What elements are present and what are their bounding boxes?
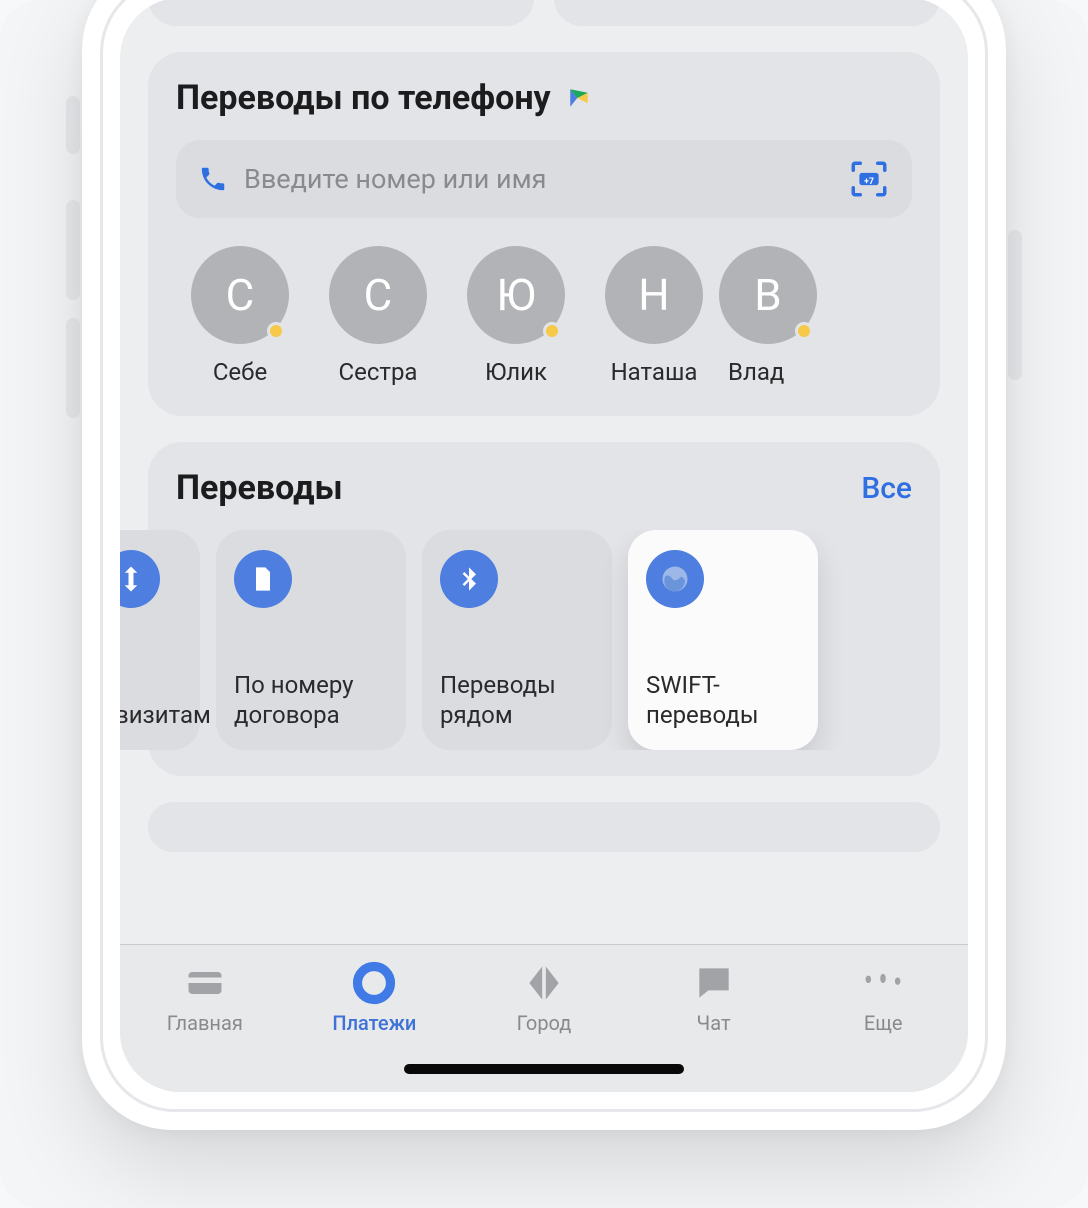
status-dot — [795, 322, 813, 340]
contact-item[interactable]: С Сестра — [314, 246, 442, 386]
phone-frame: Переводы по телефону Введите номер или и… — [82, 0, 1006, 1130]
section-title: Переводы — [176, 468, 343, 508]
device-mute-switch — [66, 96, 80, 154]
transfers-card: Переводы Все квизитамПо номеру договораП… — [148, 442, 940, 776]
contact-name: Наташа — [611, 358, 698, 386]
tile-label: SWIFT- переводы — [646, 670, 800, 730]
scan-number-icon[interactable]: +7 — [848, 158, 890, 200]
tile-label: Переводы рядом — [440, 670, 594, 730]
phone-icon — [198, 164, 228, 194]
avatar: Н — [605, 246, 703, 344]
status-dot — [543, 322, 561, 340]
scan-badge-label: +7 — [864, 177, 874, 187]
bluetooth-icon — [440, 550, 498, 608]
ghost-card — [148, 0, 534, 26]
contact-name: Влад — [728, 358, 808, 386]
globe-icon — [646, 550, 704, 608]
contact-name: Себе — [213, 358, 267, 386]
next-card-peek — [148, 802, 940, 852]
sbp-icon — [565, 84, 593, 112]
avatar: Ю — [467, 246, 565, 344]
avatar: В — [719, 246, 817, 344]
contact-item[interactable]: ВВлад — [728, 246, 808, 386]
previous-card-row — [120, 0, 968, 26]
phone-transfers-card: Переводы по телефону Введите номер или и… — [148, 52, 940, 416]
transfer-tile[interactable]: квизитам — [120, 530, 200, 750]
phone-input[interactable]: Введите номер или имя +7 — [176, 140, 912, 218]
see-all-link[interactable]: Все — [861, 471, 912, 506]
transfer-tiles-row[interactable]: квизитам По номеру договора Переводы рядом… — [120, 530, 912, 750]
transfer-tile[interactable]: Переводы рядом — [422, 530, 612, 750]
tab-chat[interactable]: Чат — [644, 961, 784, 1035]
contact-item[interactable]: Ю Юлик — [452, 246, 580, 386]
contact-item[interactable]: С Себе — [176, 246, 304, 386]
doc-icon — [234, 550, 292, 608]
tile-label: квизитам — [120, 700, 182, 730]
tab-card[interactable]: Главная — [135, 961, 275, 1035]
tab-label: Главная — [167, 1011, 243, 1035]
device-volume-up — [66, 200, 80, 300]
tab-label: Город — [517, 1011, 572, 1035]
avatar: С — [191, 246, 289, 344]
tab-label: Платежи — [332, 1011, 416, 1035]
screen: Переводы по телефону Введите номер или и… — [120, 0, 968, 1092]
transfer-tile[interactable]: SWIFT- переводы — [628, 530, 818, 750]
status-dot — [267, 322, 285, 340]
phone-input-placeholder: Введите номер или имя — [244, 163, 832, 195]
tab-more[interactable]: Еще — [813, 961, 953, 1035]
section-title: Переводы по телефону — [176, 78, 593, 118]
scroll-area[interactable]: Переводы по телефону Введите номер или и… — [120, 0, 968, 1092]
ghost-card — [554, 0, 940, 26]
device-power-button — [1008, 230, 1022, 380]
tab-label: Чат — [697, 1011, 731, 1035]
avatar: С — [329, 246, 427, 344]
tab-circle[interactable]: Платежи — [304, 961, 444, 1035]
tab-diamond[interactable]: Город — [474, 961, 614, 1035]
contacts-row[interactable]: ССебеССестраЮЮликННаташаВВлад — [176, 246, 912, 386]
contact-item[interactable]: Н Наташа — [590, 246, 718, 386]
contact-name: Сестра — [339, 358, 418, 386]
section-title-text: Переводы по телефону — [176, 78, 551, 118]
transfer-tile[interactable]: По номеру договора — [216, 530, 406, 750]
device-volume-down — [66, 318, 80, 418]
arrows-icon — [120, 550, 160, 608]
tile-label: По номеру договора — [234, 670, 388, 730]
contact-name: Юлик — [485, 358, 547, 386]
tab-label: Еще — [864, 1011, 903, 1035]
home-indicator[interactable] — [404, 1064, 684, 1074]
